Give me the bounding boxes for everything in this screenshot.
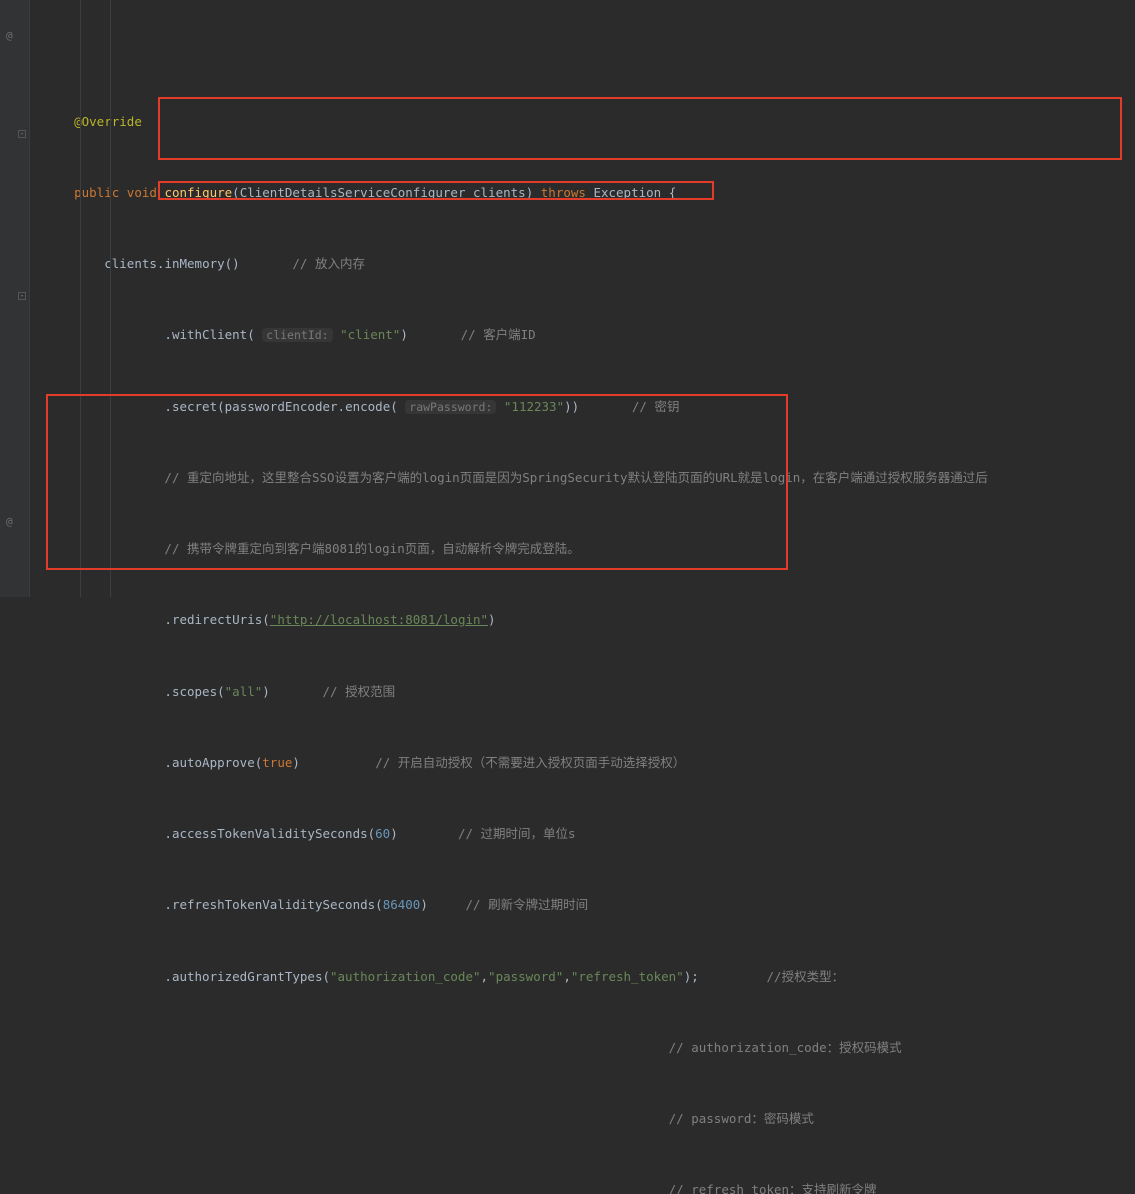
code-editor[interactable]: @ - - @ @Override public void configure(…	[0, 0, 1135, 597]
code-line: // refresh_token：支持刷新令牌	[30, 1181, 1135, 1194]
code-line: // 重定向地址，这里整合SSO设置为客户端的login页面是因为SpringS…	[30, 469, 1135, 487]
code-line: .refreshTokenValiditySeconds(86400) // 刷…	[30, 896, 1135, 914]
gutter-override-marker[interactable]: @	[6, 514, 13, 530]
fold-marker[interactable]: -	[18, 292, 26, 300]
code-line: .secret(passwordEncoder.encode( rawPassw…	[30, 398, 1135, 416]
gutter: @ - - @	[0, 0, 30, 597]
code-area[interactable]: @Override public void configure(ClientDe…	[30, 0, 1135, 597]
code-line: .accessTokenValiditySeconds(60) // 过期时间，…	[30, 825, 1135, 843]
code-line: // authorization_code：授权码模式	[30, 1039, 1135, 1057]
code-line: .redirectUris("http://localhost:8081/log…	[30, 611, 1135, 629]
gutter-override-marker[interactable]: @	[6, 28, 13, 44]
code-line: // password：密码模式	[30, 1110, 1135, 1128]
code-line: // 携带令牌重定向到客户端8081的login页面，自动解析令牌完成登陆。	[30, 540, 1135, 558]
code-line: public void configure(ClientDetailsServi…	[30, 184, 1135, 202]
code-line: @Override	[30, 113, 1135, 131]
code-line: .autoApprove(true) // 开启自动授权（不需要进入授权页面手动…	[30, 754, 1135, 772]
code-line: .authorizedGrantTypes("authorization_cod…	[30, 968, 1135, 986]
code-line: .withClient( clientId: "client") // 客户端I…	[30, 326, 1135, 344]
code-line: clients.inMemory() // 放入内存	[30, 255, 1135, 273]
fold-marker[interactable]: -	[18, 130, 26, 138]
code-line: .scopes("all") // 授权范围	[30, 683, 1135, 701]
